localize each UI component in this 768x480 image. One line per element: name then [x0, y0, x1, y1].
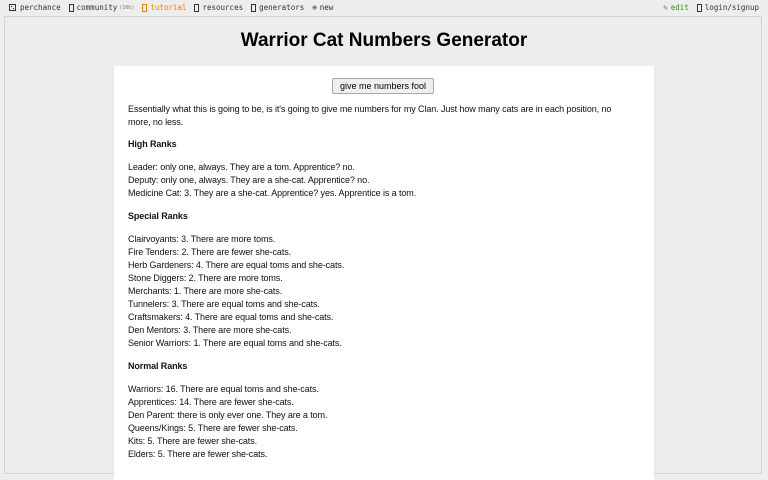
section-heading-normal-ranks: Normal Ranks: [128, 361, 188, 371]
output-content: Essentially what this is going to be, is…: [128, 103, 618, 471]
rank-line: Merchants: 1. There are more she-cats.: [128, 286, 283, 296]
nav-resources-label: resources: [202, 3, 244, 12]
nav-login[interactable]: login/signup: [696, 3, 759, 12]
rank-line: Stone Diggers: 2. There are more toms.: [128, 273, 283, 283]
section-heading-high-ranks: High Ranks: [128, 139, 177, 149]
rank-line: Herb Gardeners: 4. There are equal toms …: [128, 260, 345, 270]
nav-community[interactable]: community (10h): [68, 3, 135, 12]
high-ranks-list: Leader: only one, always. They are a tom…: [128, 161, 618, 200]
rank-line: Clairvoyants: 3. There are more toms.: [128, 234, 276, 244]
nav-left: perchance community (10h) tutorial resou…: [9, 3, 341, 12]
nav-resources[interactable]: resources: [194, 3, 243, 12]
page-icon: [251, 3, 257, 12]
rank-line: Medicine Cat: 3. They are a she-cat. App…: [128, 188, 417, 198]
output-card: give me numbers fool Essentially what th…: [114, 66, 654, 480]
page-icon: [194, 3, 200, 12]
rank-line: Tunnelers: 3. There are equal toms and s…: [128, 299, 320, 309]
rank-line: Den Parent: there is only ever one. They…: [128, 410, 328, 420]
rank-line: Den Mentors: 3. There are more she-cats.: [128, 325, 292, 335]
nav-edit-label: edit: [670, 3, 689, 12]
nav-generators-label: generators: [259, 3, 305, 12]
rank-line: Apprentices: 14. There are fewer she-cat…: [128, 397, 294, 407]
rank-line: Elders: 5. There are fewer she-cats.: [128, 449, 268, 459]
special-ranks-list: Clairvoyants: 3. There are more toms. Fi…: [128, 233, 618, 350]
rank-line: Fire Tenders: 2. There are fewer she-cat…: [128, 247, 292, 257]
page-title: Warrior Cat Numbers Generator: [240, 30, 528, 51]
nav-community-label: community: [76, 3, 118, 12]
page-icon: [142, 3, 148, 12]
nav-right: ✎ edit login/signup: [655, 3, 759, 12]
normal-ranks-list: Warriors: 16. There are equal toms and s…: [128, 383, 618, 461]
rank-line: Deputy: only one, always. They are a she…: [128, 175, 370, 185]
nav-tutorial[interactable]: tutorial: [142, 3, 186, 12]
plus-circle-icon: ⊕: [312, 2, 317, 12]
nav-edit[interactable]: ✎ edit: [663, 3, 689, 12]
pencil-icon: ✎: [663, 2, 668, 12]
nav-perchance-label: perchance: [20, 3, 61, 12]
generate-button[interactable]: give me numbers fool: [332, 78, 434, 94]
rank-line: Queens/Kings: 5. There are fewer she-cat…: [128, 423, 298, 433]
perchance-logo-icon: [9, 4, 16, 11]
nav-tutorial-label: tutorial: [150, 3, 187, 12]
rank-line: Warriors: 16. There are equal toms and s…: [128, 384, 319, 394]
rank-line: Senior Warriors: 1. There are equal toms…: [128, 338, 342, 348]
page-icon: [68, 3, 74, 12]
page-icon: [696, 3, 702, 12]
nav-community-badge: (10h): [119, 4, 135, 11]
nav-perchance[interactable]: perchance: [9, 3, 61, 12]
nav-new[interactable]: ⊕ new: [312, 3, 333, 12]
rank-line: Craftsmakers: 4. There are equal toms an…: [128, 312, 334, 322]
nav-login-label: login/signup: [704, 3, 759, 12]
rank-line: Kits: 5. There are fewer she-cats.: [128, 436, 257, 446]
nav-new-label: new: [319, 3, 334, 12]
top-nav-bar: perchance community (10h) tutorial resou…: [0, 0, 768, 17]
section-heading-special-ranks: Special Ranks: [128, 211, 188, 221]
rank-line: Leader: only one, always. They are a tom…: [128, 162, 355, 172]
intro-paragraph: Essentially what this is going to be, is…: [128, 104, 612, 127]
nav-generators[interactable]: generators: [251, 3, 304, 12]
